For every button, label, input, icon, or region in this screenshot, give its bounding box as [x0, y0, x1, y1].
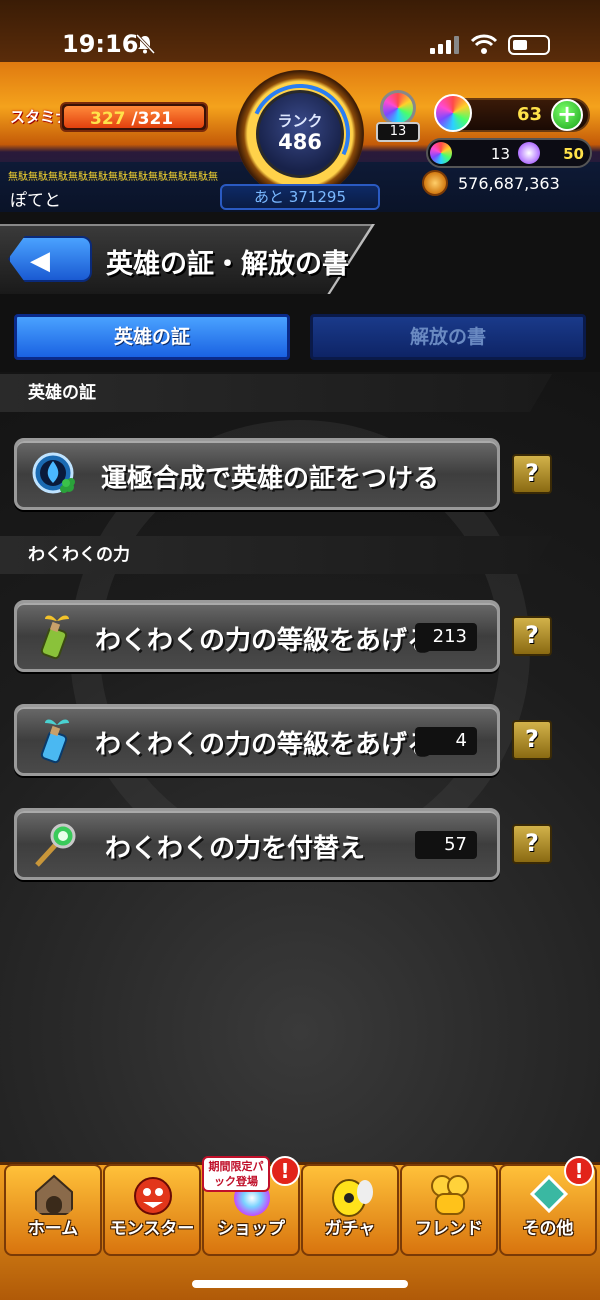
- wifi-icon: [470, 34, 498, 54]
- back-arrow-icon: ◀: [30, 246, 50, 276]
- tab-hero-proof[interactable]: 英雄の証: [14, 314, 290, 360]
- help-button[interactable]: ?: [512, 824, 552, 864]
- menu-button-upgrade-grade-1[interactable]: わくわくの力の等級をあげる 213: [14, 600, 500, 672]
- username: ぽてと: [10, 191, 61, 211]
- back-button[interactable]: [8, 236, 92, 282]
- section-header-waku-power: わくわくの力: [0, 536, 552, 574]
- mini-orb-count: 13: [490, 145, 510, 163]
- item-count: 213: [415, 623, 477, 651]
- menu-label: わくわくの力の等級をあげる: [95, 730, 434, 760]
- nav-monster[interactable]: モンスター: [103, 1164, 201, 1256]
- stamina-value: 327 /321: [90, 109, 174, 129]
- news-marquee: 無駄無駄無駄無駄無駄無駄無駄無駄無駄無駄無駄無駄無駄無駄無駄: [8, 172, 218, 183]
- rank-next-exp: あと 371295: [220, 184, 380, 210]
- star-orb-count: 50: [563, 145, 584, 163]
- menu-button-reassign-power[interactable]: わくわくの力を付替え 57: [14, 808, 500, 880]
- help-button[interactable]: ?: [512, 616, 552, 656]
- battery-icon: [508, 35, 550, 55]
- nav-friend[interactable]: フレンド: [400, 1164, 498, 1256]
- status-time: 19:16: [62, 30, 139, 58]
- hero-badge-icon: [32, 452, 75, 494]
- tab-release-book[interactable]: 解放の書: [310, 314, 586, 360]
- coin-count: 576,687,363: [458, 174, 560, 193]
- nav-gacha[interactable]: ガチャ: [301, 1164, 399, 1256]
- orb-count: 63: [516, 104, 542, 125]
- nav-label: その他: [522, 1219, 574, 1239]
- page-title: 英雄の証・解放の書: [106, 249, 349, 280]
- help-button[interactable]: ?: [512, 454, 552, 494]
- menu-label: 運極合成で英雄の証をつける: [101, 464, 440, 494]
- help-button[interactable]: ?: [512, 720, 552, 760]
- friend-icon: [431, 1175, 469, 1215]
- rank-label: ランク: [277, 112, 323, 130]
- item-count: 57: [415, 831, 477, 859]
- menu-label: わくわくの力の等級をあげる: [95, 626, 434, 656]
- menu-button-upgrade-grade-2[interactable]: わくわくの力の等級をあげる 4: [14, 704, 500, 776]
- nav-home[interactable]: ホーム: [4, 1164, 102, 1256]
- signal-icon: [430, 36, 459, 54]
- home-icon: [35, 1174, 73, 1215]
- shop-alert-badge: !: [270, 1156, 300, 1186]
- orb-storage[interactable]: 13: [376, 88, 420, 142]
- bell-muted-icon: [135, 33, 156, 55]
- gacha-icon: [332, 1179, 373, 1217]
- item-count: 4: [415, 727, 477, 755]
- status-bar: 19:16: [0, 0, 600, 62]
- limited-pack-tag: 期間限定パック登場: [202, 1156, 270, 1192]
- nav-label: ガチャ: [324, 1219, 376, 1239]
- orb-icon: [380, 90, 416, 126]
- home-indicator[interactable]: [192, 1280, 408, 1288]
- nav-label: フレンド: [415, 1219, 483, 1239]
- rank-value: 486: [278, 130, 322, 154]
- monster-icon: [134, 1177, 172, 1215]
- rainbow-orb-icon: [434, 94, 472, 132]
- orb-wand-icon: [35, 823, 76, 867]
- nav-label: モンスター: [109, 1219, 195, 1239]
- rank-emblem[interactable]: ランク 486: [235, 69, 365, 199]
- orb-storage-count: 13: [376, 122, 420, 142]
- mini-orb-icon: [430, 142, 452, 164]
- sprout-bottle-icon: [40, 615, 69, 660]
- nav-label: ホーム: [27, 1219, 79, 1239]
- el-bottle-icon: [40, 719, 69, 764]
- star-orb-icon: [518, 142, 540, 164]
- section-header-hero-proof: 英雄の証: [0, 374, 552, 412]
- coin-icon: [422, 170, 448, 196]
- menu-label: わくわくの力を付替え: [105, 834, 366, 864]
- other-alert-badge: !: [564, 1156, 594, 1186]
- buy-orb-button[interactable]: +: [551, 99, 583, 131]
- game-header: スタミナ 327 /321 無駄無駄無駄無駄無駄無駄無駄無駄無駄無駄無駄無駄無駄…: [0, 62, 600, 212]
- nav-label: ショップ: [217, 1219, 285, 1239]
- menu-button-attach-hero-proof[interactable]: 運極合成で英雄の証をつける: [14, 438, 500, 510]
